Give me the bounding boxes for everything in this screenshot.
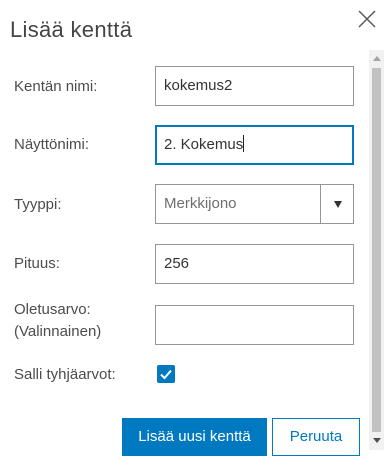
scroll-down-button[interactable] (369, 434, 384, 448)
text-caret (243, 135, 245, 152)
allow-null-label: Salli tyhjäarvot: (14, 366, 116, 383)
length-label: Pituus: (14, 255, 60, 272)
display-name-value: 2. Kokemus (164, 136, 244, 153)
cancel-button[interactable]: Peruuta (272, 418, 360, 456)
close-button[interactable] (355, 7, 379, 31)
type-label: Tyyppi: (14, 196, 62, 213)
dialog-title: Lisää kenttä (10, 17, 133, 42)
add-field-button[interactable]: Lisää uusi kenttä (122, 418, 267, 456)
close-icon (358, 10, 376, 28)
scroll-up-button[interactable] (369, 52, 384, 66)
scrollbar-thumb[interactable] (372, 68, 381, 432)
scroll-down-icon (372, 438, 381, 443)
scroll-up-icon (372, 56, 381, 61)
default-value-optional-label: (Valinnainen) (14, 323, 102, 340)
chevron-down-icon (328, 185, 348, 223)
display-name-label: Näyttönimi: (14, 136, 90, 153)
type-select-value: Merkkijono (164, 195, 237, 212)
length-input[interactable]: 256 (155, 244, 354, 284)
scrollbar[interactable] (369, 50, 384, 450)
field-name-input[interactable]: kokemus2 (155, 66, 354, 106)
select-divider (320, 185, 321, 223)
allow-null-checkbox[interactable] (157, 365, 175, 383)
default-value-input[interactable] (155, 305, 354, 345)
default-value-label: Oletusarvo: (14, 301, 91, 318)
display-name-input[interactable]: 2. Kokemus (155, 125, 354, 165)
field-name-label: Kentän nimi: (14, 78, 98, 95)
type-select[interactable]: Merkkijono (155, 184, 354, 224)
checkmark-icon (160, 369, 172, 380)
